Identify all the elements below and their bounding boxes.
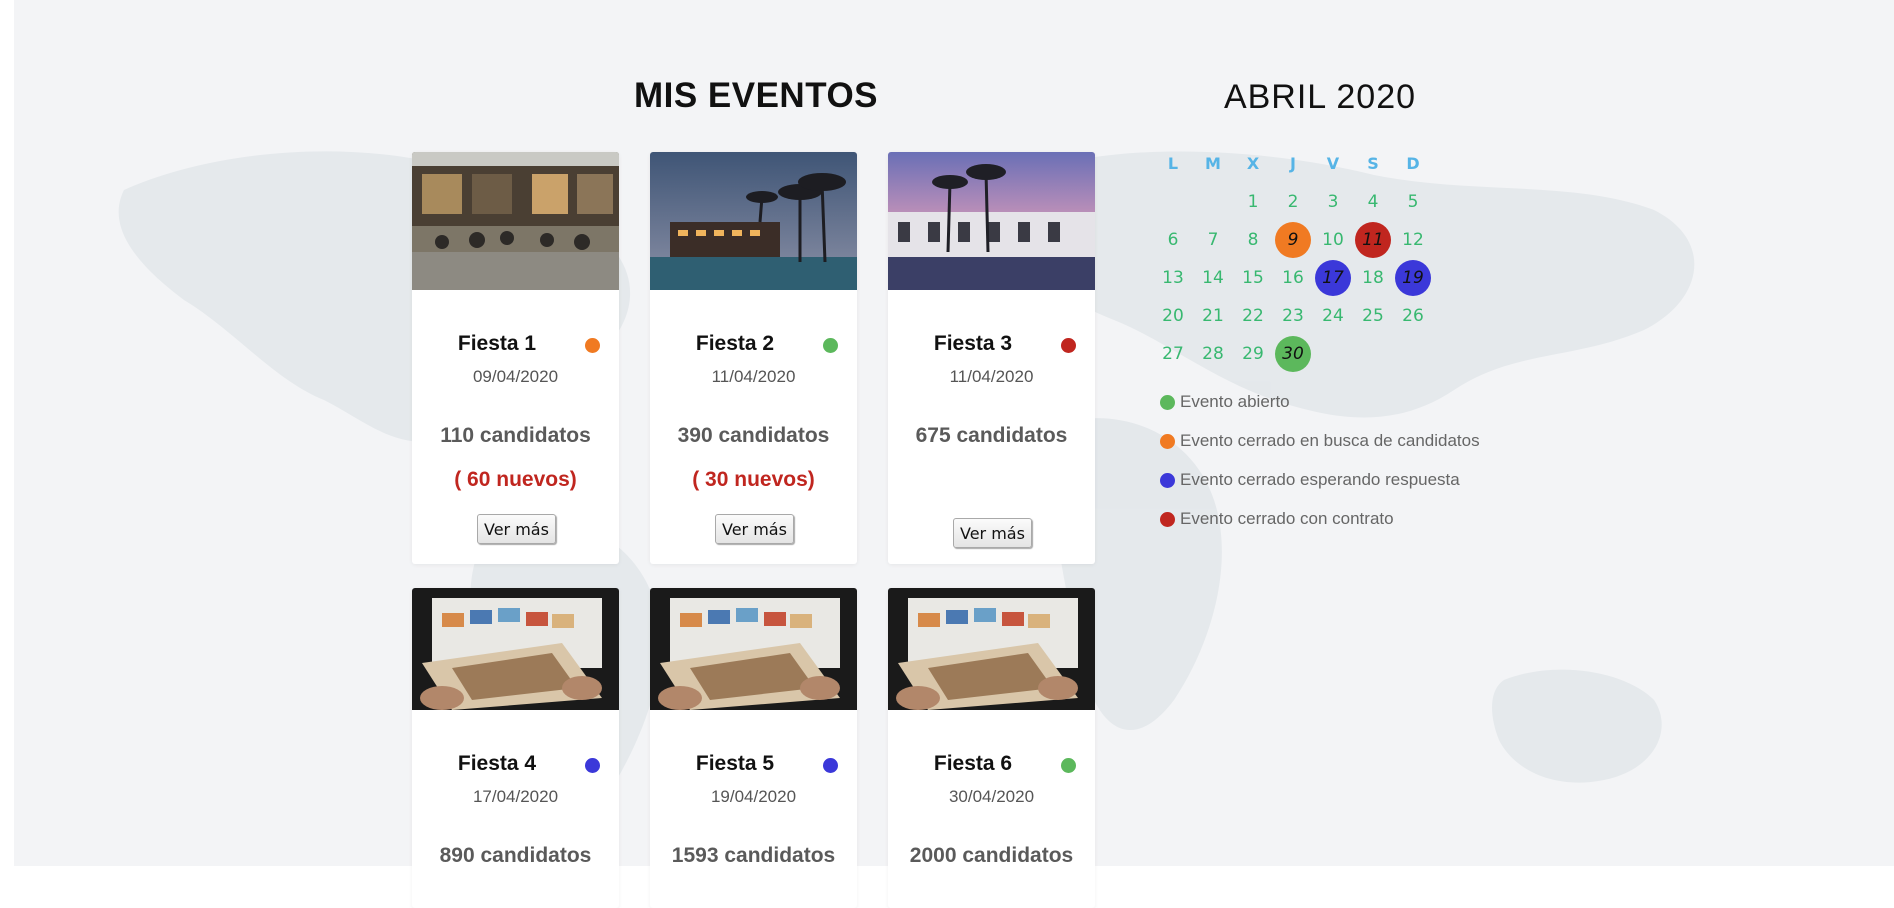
calendar-day[interactable]: 24: [1315, 298, 1351, 334]
page-title: MIS EVENTOS: [633, 76, 879, 115]
weekday-header: V: [1326, 154, 1340, 173]
status-dot-icon: [823, 758, 838, 773]
status-dot-icon: [585, 758, 600, 773]
calendar-day[interactable]: 20: [1155, 298, 1191, 334]
ver-mas-button[interactable]: Ver más: [477, 514, 556, 544]
status-dot-icon: [823, 338, 838, 353]
weekday-header: D: [1406, 154, 1420, 173]
status-dot-icon: [1160, 395, 1175, 410]
event-card: Fiesta 1 09/04/2020 110 candidatos ( 60 nue…: [412, 152, 619, 564]
status-dot-icon: [1160, 434, 1175, 449]
event-name: Fiesta 2: [695, 332, 775, 355]
calendar-title: ABRIL 2020: [1223, 78, 1417, 116]
weekday-header: M: [1205, 154, 1221, 173]
legend-label: Evento cerrado en busca de candidatos: [1180, 431, 1480, 450]
event-candidates: 110 candidatos: [440, 424, 591, 447]
calendar-day[interactable]: 4: [1355, 184, 1391, 220]
calendar-day[interactable]: 23: [1275, 298, 1311, 334]
calendar-day[interactable]: 27: [1155, 336, 1191, 372]
calendar-day[interactable]: 3: [1315, 184, 1351, 220]
event-date: 11/04/2020: [711, 367, 796, 386]
calendar-day[interactable]: 15: [1235, 260, 1271, 296]
event-candidates: 2000 candidatos: [909, 844, 1074, 867]
calendar-day-marked[interactable]: 17: [1315, 260, 1351, 296]
legend-label: Evento cerrado esperando respuesta: [1180, 470, 1460, 489]
legend-label: Evento abierto: [1180, 392, 1290, 411]
status-dot-icon: [1061, 338, 1076, 353]
calendar-day[interactable]: 5: [1395, 184, 1431, 220]
event-date: 17/04/2020: [472, 787, 559, 806]
calendar-day[interactable]: 2: [1275, 184, 1311, 220]
calendar-day[interactable]: 21: [1195, 298, 1231, 334]
weekday-header: L: [1167, 154, 1179, 173]
event-name: Fiesta 3: [933, 332, 1013, 355]
status-dot-icon: [1160, 473, 1175, 488]
status-dot-icon: [1160, 512, 1175, 527]
calendar-day[interactable]: 26: [1395, 298, 1431, 334]
calendar-day[interactable]: 1: [1235, 184, 1271, 220]
calendar-day[interactable]: 25: [1355, 298, 1391, 334]
event-candidates: 675 candidatos: [915, 424, 1068, 447]
ver-mas-button[interactable]: Ver más: [953, 518, 1032, 548]
event-card: Fiesta 2 11/04/2020 390 candidatos ( 30 nue…: [650, 152, 857, 564]
event-name: Fiesta 4: [457, 752, 537, 775]
calendar-day[interactable]: 6: [1155, 222, 1191, 258]
calendar-day[interactable]: 12: [1395, 222, 1431, 258]
event-date: 11/04/2020: [949, 367, 1034, 386]
calendar-day[interactable]: 22: [1235, 298, 1271, 334]
event-candidates: 1593 candidatos: [671, 844, 836, 867]
event-name: Fiesta 1: [457, 332, 537, 355]
ver-mas-button[interactable]: Ver más: [715, 514, 794, 544]
calendar-day[interactable]: 7: [1195, 222, 1231, 258]
calendar-day[interactable]: 28: [1195, 336, 1231, 372]
calendar-day[interactable]: 13: [1155, 260, 1191, 296]
calendar-day[interactable]: 18: [1355, 260, 1391, 296]
status-dot-icon: [585, 338, 600, 353]
weekday-header: S: [1367, 154, 1379, 173]
calendar-day[interactable]: 14: [1195, 260, 1231, 296]
legend-label: Evento cerrado con contrato: [1180, 509, 1394, 528]
calendar-day[interactable]: 10: [1315, 222, 1351, 258]
event-card: Fiesta 6 30/04/2020 2000 candidatos: [888, 588, 1095, 908]
event-date: 09/04/2020: [472, 367, 559, 386]
event-name: Fiesta 6: [933, 752, 1013, 775]
event-candidates: 390 candidatos: [677, 424, 830, 447]
calendar-day-marked[interactable]: 9: [1275, 222, 1311, 258]
calendar-day-marked[interactable]: 11: [1355, 222, 1391, 258]
event-candidates: 890 candidatos: [439, 844, 592, 867]
event-name: Fiesta 5: [695, 752, 775, 775]
calendar-day[interactable]: 29: [1235, 336, 1271, 372]
event-card: Fiesta 5 19/04/2020 1593 candidatos: [650, 588, 857, 908]
calendar-day[interactable]: 8: [1235, 222, 1271, 258]
event-card: Fiesta 4 17/04/2020 890 candidatos: [412, 588, 619, 908]
event-date: 19/04/2020: [710, 787, 797, 806]
calendar-day-marked[interactable]: 19: [1395, 260, 1431, 296]
event-card: Fiesta 3 11/04/2020 675 candidatos Ver más: [888, 152, 1095, 564]
calendar-day[interactable]: 16: [1275, 260, 1311, 296]
event-new-candidates: ( 30 nuevos): [692, 468, 815, 491]
calendar-day-marked[interactable]: 30: [1275, 336, 1311, 372]
event-new-candidates: ( 60 nuevos): [454, 468, 577, 491]
weekday-header: J: [1290, 154, 1296, 173]
status-dot-icon: [1061, 758, 1076, 773]
weekday-header: X: [1246, 154, 1260, 173]
event-date: 30/04/2020: [948, 787, 1035, 806]
